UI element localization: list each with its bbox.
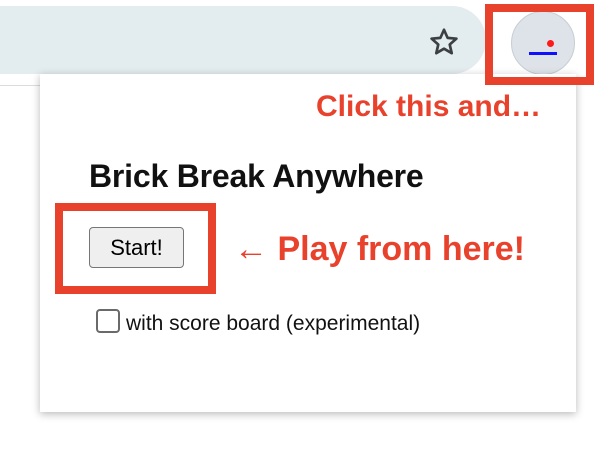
- ball-icon: [547, 40, 554, 47]
- paddle-icon: [529, 52, 557, 55]
- annotation-click-text: Click this and…: [316, 90, 542, 123]
- start-button[interactable]: Start!: [89, 227, 184, 268]
- popup-title: Brick Break Anywhere: [89, 158, 424, 194]
- bookmark-star-button[interactable]: [424, 22, 464, 62]
- address-bar[interactable]: [0, 6, 486, 74]
- score-board-label: with score board (experimental): [126, 312, 421, 335]
- screenshot-stage: Brick Break Anywhere Start! with score b…: [0, 0, 594, 450]
- extension-button[interactable]: [511, 11, 575, 75]
- star-outline-icon: [430, 28, 458, 55]
- annotation-play-text: ← Play from here!: [234, 230, 525, 268]
- toolbar-divider: [0, 85, 40, 86]
- score-board-option[interactable]: with score board (experimental): [96, 309, 421, 335]
- score-board-checkbox[interactable]: [96, 309, 120, 333]
